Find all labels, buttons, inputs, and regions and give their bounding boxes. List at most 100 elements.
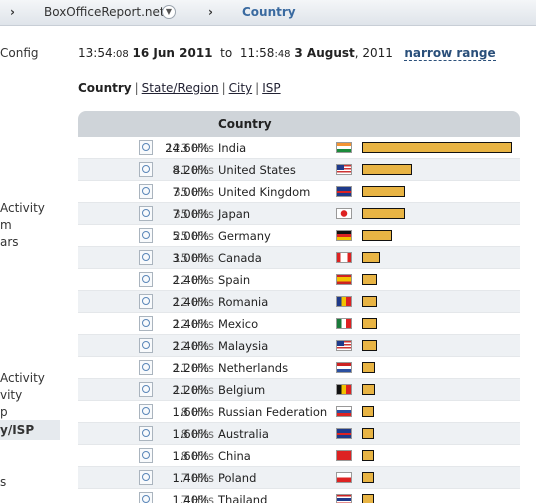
groupby-tabs: Country | State/Region | City | ISP [78, 81, 281, 95]
country-name: Canada [218, 251, 262, 265]
tab-state-region[interactable]: State/Region [142, 81, 219, 95]
narrow-range-link[interactable]: narrow range [404, 46, 496, 61]
magnifier-icon[interactable] [139, 206, 153, 221]
magnifier-icon[interactable] [139, 360, 153, 375]
table-row: 41 Hits 8.20% United States [78, 159, 520, 181]
date-range: 13:54:08 16 Jun 2011 to 11:58:48 3 Augus… [78, 46, 496, 61]
sidebar-item-isp[interactable]: y/ISP [0, 423, 34, 437]
table-row: 12 Hits 2.40% Malaysia [78, 335, 520, 357]
magnifier-icon[interactable] [139, 272, 153, 287]
table-row: 12 Hits 2.40% Romania [78, 291, 520, 313]
share-bar [362, 186, 405, 197]
table-row: 35 Hits 7.00% Japan [78, 203, 520, 225]
magnifier-icon[interactable] [139, 470, 153, 485]
share-bar [362, 406, 374, 417]
table-row: 15 Hits 3.00% Canada [78, 247, 520, 269]
percent-value: 5.00% [172, 229, 209, 243]
country-table: 123 Hits 24.60% India 41 Hits 8.20% United St… [78, 137, 520, 503]
magnifier-icon[interactable] [139, 316, 153, 331]
flag-canton [337, 341, 344, 346]
share-bar [362, 142, 512, 153]
russia-flag-icon [336, 406, 352, 417]
breadcrumb-site[interactable]: BoxOfficeReport.net [44, 5, 165, 19]
thailand-flag-icon [336, 494, 352, 503]
magnifier-icon[interactable] [139, 140, 153, 155]
share-bar [362, 164, 412, 175]
magnifier-icon[interactable] [139, 382, 153, 397]
country-name: Russian Federation [218, 405, 328, 419]
country-name: Mexico [218, 317, 259, 331]
share-bar [362, 384, 375, 395]
range-to: to [220, 46, 233, 60]
percent-value: 2.40% [172, 317, 209, 331]
share-bar [362, 362, 375, 373]
percent-value: 2.40% [172, 339, 209, 353]
end-time: 11:58 [239, 46, 275, 60]
percent-value: 1.40% [172, 471, 209, 485]
flag-canton [337, 165, 344, 170]
chevron-down-icon[interactable]: ▼ [162, 5, 176, 19]
table-row: 12 Hits 2.40% Spain [78, 269, 520, 291]
percent-value: 1.60% [172, 405, 209, 419]
share-bar [362, 494, 374, 503]
breadcrumb-current[interactable]: Country [242, 5, 296, 19]
magnifier-icon[interactable] [139, 338, 153, 353]
magnifier-icon[interactable] [139, 228, 153, 243]
tab-country[interactable]: Country [78, 81, 132, 95]
sidebar-item[interactable]: s [0, 475, 6, 489]
sidebar-item[interactable]: vity [0, 388, 22, 402]
country-name: Spain [218, 273, 251, 287]
us-flag-icon [336, 164, 352, 175]
table-row: 11 Hits 2.20% Netherlands [78, 357, 520, 379]
share-bar [362, 472, 374, 483]
mexico-flag-icon [336, 318, 352, 329]
country-name: Thailand [218, 493, 268, 503]
percent-value: 1.60% [172, 449, 209, 463]
romania-flag-icon [336, 296, 352, 307]
sidebar-item[interactable]: Activity [0, 371, 45, 385]
india-flag-icon [336, 142, 352, 153]
magnifier-icon[interactable] [139, 250, 153, 265]
magnifier-icon[interactable] [139, 426, 153, 441]
magnifier-icon[interactable] [139, 404, 153, 419]
separator: | [221, 81, 226, 95]
magnifier-icon[interactable] [139, 162, 153, 177]
column-header-country: Country [218, 117, 272, 131]
table-header: Country [78, 111, 520, 137]
sidebar-item[interactable]: ars [0, 235, 19, 249]
belgium-flag-icon [336, 384, 352, 395]
table-row: 123 Hits 24.60% India [78, 137, 520, 159]
percent-value: 1.60% [172, 427, 209, 441]
country-name: Belgium [218, 383, 266, 397]
canada-flag-icon [336, 252, 352, 263]
magnifier-icon[interactable] [139, 448, 153, 463]
poland-flag-icon [336, 472, 352, 483]
magnifier-icon[interactable] [139, 294, 153, 309]
magnifier-icon[interactable] [139, 184, 153, 199]
magnifier-icon[interactable] [139, 492, 153, 503]
percent-value: 3.00% [172, 251, 209, 265]
germany-flag-icon [336, 230, 352, 241]
end-date: 3 August [294, 46, 355, 60]
table-row: 25 Hits 5.00% Germany [78, 225, 520, 247]
percent-value: 1.40% [172, 493, 209, 503]
share-bar [362, 428, 374, 439]
tab-city[interactable]: City [229, 81, 253, 95]
percent-value: 7.00% [172, 207, 209, 221]
netherlands-flag-icon [336, 362, 352, 373]
percent-value: 2.20% [172, 361, 209, 375]
sidebar-item[interactable]: Activity [0, 201, 45, 215]
share-bar [362, 340, 377, 351]
start-time: 13:54 [78, 46, 113, 60]
sidebar-item[interactable]: p [0, 405, 8, 419]
share-bar [362, 318, 377, 329]
sidebar-item-config[interactable]: Config [0, 46, 39, 60]
end-seconds: :48 [274, 49, 291, 60]
country-name: United Kingdom [218, 185, 311, 199]
sidebar-item[interactable]: m [0, 218, 12, 232]
share-bar [362, 274, 377, 285]
share-bar [362, 296, 377, 307]
start-seconds: :08 [112, 49, 129, 60]
tab-isp[interactable]: ISP [262, 81, 280, 95]
end-year: , 2011 [354, 46, 393, 60]
